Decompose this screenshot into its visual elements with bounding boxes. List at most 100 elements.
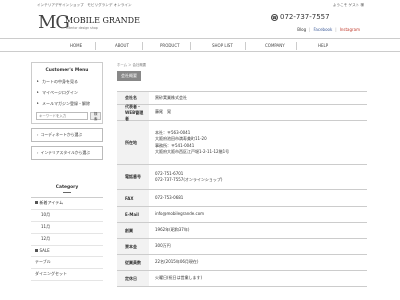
table-row: 会社名 黒砂実業株式会社 [117,92,367,105]
instagram-link[interactable]: Instagram [340,27,360,32]
category-label: SALE [39,248,50,254]
value-line: 藤尾 晃 [155,109,171,115]
breadcrumb[interactable]: ホーム ＞ 会社概要 [117,62,371,67]
phone-icon: ☎ [271,13,278,21]
category-item[interactable]: テーブル [31,257,103,269]
nav-help[interactable]: HELP [318,43,328,48]
chevron-right-icon: › [37,133,39,137]
sidebar: Customer's Menu ▸ カートの中身を見る ▸ マイページログイン … [31,62,103,281]
table-row: 従業員数 22名(2015年06月現在) [117,255,367,271]
page-title: 会社概要 [117,71,141,81]
row-key: 所在地 [117,121,149,164]
category-item[interactable]: 12月 [31,234,103,246]
row-key: 創業 [117,223,149,238]
banner-interior-style[interactable]: › インテリアスタイルから選ぶ [31,146,103,160]
nav-company[interactable]: COMPANY [265,43,285,48]
banner-label: コーディネートから選ぶ [40,132,83,137]
link-separator: | [335,27,337,32]
nav-home[interactable]: HOME [70,43,82,48]
customer-menu: Customer's Menu ▸ カートの中身を見る ▸ マイページログイン … [31,62,103,124]
row-value: 藤尾 晃 [149,105,367,120]
phone-text: 072-737-7557 [280,13,330,21]
nav-divider [95,42,96,50]
main-nav: HOME ABOUT PRODUCT SHOP LIST COMPANY HEL… [0,38,400,52]
chevron-right-icon: ▸ [37,89,39,94]
value-line: 1962年(昭和37年) [155,227,190,233]
value-line: 072-737-7557(オンラインショップ) [155,177,223,182]
table-row: E-Mail info@mobilegrande.com [117,207,367,223]
row-key: FAX [117,190,149,206]
category-label: テーブル [35,259,51,265]
category-divider [63,192,71,193]
row-value[interactable]: info@mobilegrande.com [149,207,367,222]
chevron-right-icon: ▸ [37,78,39,83]
menu-item-cart[interactable]: ▸ カートの中身を見る [32,76,102,87]
nav-about[interactable]: ABOUT [115,43,129,48]
value-line: 火曜日(祝日は営業します) [155,275,203,281]
menu-item-newsletter[interactable]: ▸ メールマガジン登録・解除 [32,98,102,109]
blog-link[interactable]: Blog [297,27,306,32]
category-label: 10月 [41,212,51,218]
top-bar: インテリアデザインショップ モビリグランデ オンライン ようこそ ゲスト 様 [0,0,400,10]
category-item[interactable]: 新着アイテム [31,198,103,210]
row-key: 会社名 [117,92,149,104]
chevron-right-icon: › [37,151,39,155]
row-key: E-Mail [117,207,149,222]
company-info-table: 会社名 黒砂実業株式会社 代表者・WEB管理者 藤尾 晃 所在地 本社：〒563… [117,91,367,287]
menu-item-label: マイページログイン [42,89,78,95]
nav-divider [296,42,297,50]
chevron-right-icon: ▸ [37,100,39,105]
logo-name: MOBILE GRANDE [65,16,140,25]
value-line: 300万円 [155,243,171,249]
link-separator: | [309,27,311,32]
category-item[interactable]: 10月 [31,210,103,222]
row-key: 定休日 [117,271,149,286]
row-value: 300万円 [149,239,367,254]
email-link[interactable]: info@mobilegrande.com [155,211,363,217]
welcome-text: ようこそ ゲスト 様 [332,3,364,7]
value-line: 大阪府大阪市西区江戸堀1-2-11-12階1号 [155,148,230,154]
row-value: 1962年(昭和37年) [149,223,367,238]
table-row: 資本金 300万円 [117,239,367,255]
value-line: 072-753-0681 [155,194,184,200]
facebook-link[interactable]: Facebook [313,27,332,32]
table-row: 所在地 本社：〒563-0041 大阪府池田市満寿美町11-20 事務所：〒54… [117,121,367,165]
category-item[interactable]: 11月 [31,222,103,234]
row-key: 代表者・WEB管理者 [117,104,149,121]
nav-product[interactable]: PRODUCT [160,43,180,48]
table-row: 電話番号 072-751-6701 072-737-7557(オンラインショップ… [117,165,367,190]
phone-number[interactable]: ☎ 072-737-7557 [271,13,330,21]
site-logo[interactable]: MG MOBILE GRANDE interior design shop [38,12,168,34]
search-input[interactable] [36,112,88,120]
table-row: FAX 072-753-0681 [117,190,367,207]
category-item[interactable]: SALE [31,246,103,257]
square-bullet-icon [35,200,38,204]
table-row: 創業 1962年(昭和37年) [117,223,367,239]
table-row: 定休日 火曜日(祝日は営業します) [117,271,367,287]
main-content: ホーム ＞ 会社概要 会社概要 会社名 黒砂実業株式会社 代表者・WEB管理者 … [117,62,371,287]
nav-divider [142,42,143,50]
row-value: 072-753-0681 [149,190,367,206]
row-key: 資本金 [117,239,149,254]
category-label: 新着アイテム [39,200,64,206]
value-line: 黒砂実業株式会社 [155,94,187,100]
nav-divider [190,42,191,50]
row-value: 072-751-6701 072-737-7557(オンラインショップ) [149,165,367,189]
row-value: 22名(2015年06月現在) [149,255,367,270]
social-links: Blog | Facebook | Instagram [297,27,360,32]
banner-coordinate[interactable]: › コーディネートから選ぶ [31,128,103,142]
category-item[interactable]: ダイニングセット [31,269,103,281]
category-title: Category [55,185,79,190]
row-value: 黒砂実業株式会社 [149,92,367,104]
search-button[interactable]: 検索 [90,112,102,121]
nav-divider [245,42,246,50]
row-key: 電話番号 [117,165,149,189]
nav-shop-list[interactable]: SHOP LIST [212,43,233,48]
row-key: 従業員数 [117,255,149,270]
customer-menu-title: Customer's Menu [45,68,89,73]
row-value: 本社：〒563-0041 大阪府池田市満寿美町11-20 事務所：〒541-00… [149,121,367,164]
menu-item-mypage[interactable]: ▸ マイページログイン [32,87,102,98]
value-line: 22名(2015年06月現在) [155,259,199,265]
category-label: ダイニングセット [35,271,67,277]
search-form: 検索 [32,109,102,123]
